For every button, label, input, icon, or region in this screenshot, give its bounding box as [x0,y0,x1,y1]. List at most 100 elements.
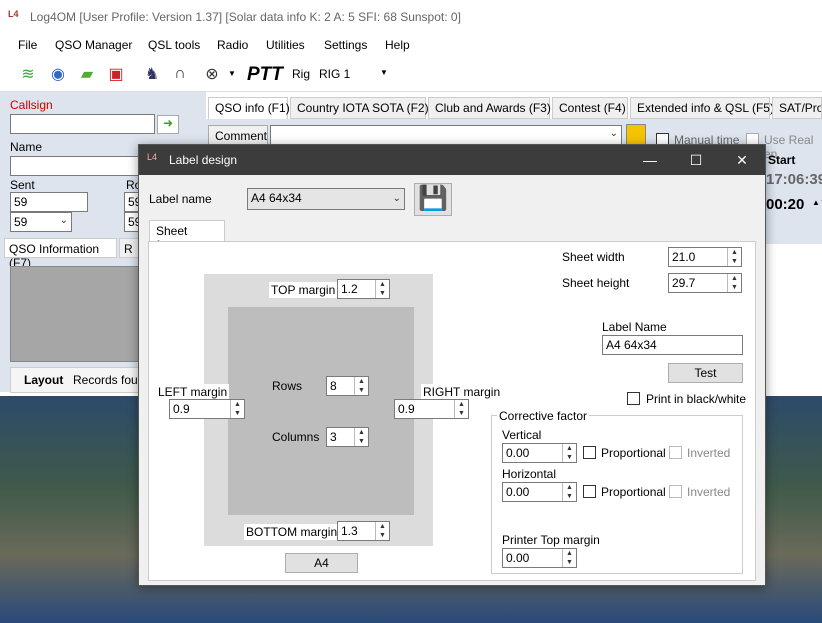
qsl-card-icon[interactable]: ▰ [75,62,99,86]
spin-up-icon[interactable]: ▲ [355,428,368,437]
tab-country-iota-sota[interactable]: Country IOTA SOTA (F2) [290,97,429,119]
print-bw-checkbox[interactable] [627,392,640,405]
menu-help[interactable]: Help [385,38,410,52]
tab-contest[interactable]: Contest (F4) [552,97,628,119]
start-label: Start [768,153,796,167]
spin-down-icon[interactable]: ▼ [728,283,741,292]
horizontal-proportional-checkbox[interactable] [583,485,596,498]
minimize-icon[interactable]: — [627,145,673,175]
printer-top-margin-spinner[interactable]: 0.00 ▲ ▼ [502,548,577,568]
spin-up-icon[interactable]: ▲ [376,280,389,289]
sheet-width-value: 21.0 [672,250,696,264]
vertical-spinner[interactable]: 0.00 ▲ ▼ [502,443,577,463]
spin-up-icon[interactable]: ▲ [563,444,576,453]
spin-up-icon[interactable]: ▲ [231,400,244,409]
close-icon[interactable]: ✕ [719,145,765,175]
rig-select[interactable]: RIG 1 ▼ [316,64,392,84]
lock-icon[interactable] [626,124,646,146]
ptt-button[interactable]: PTT [247,64,283,86]
dialog-logo-icon: L4 [147,152,158,162]
sheet-height-value: 29.7 [672,276,696,290]
globe-icon[interactable]: ◉ [46,62,70,86]
top-margin-spinner[interactable]: 1.2 ▲ ▼ [337,279,390,299]
spin-down-icon[interactable]: ▼ [455,409,468,418]
right-margin-value: 0.9 [398,402,415,416]
sheet-width-spinner[interactable]: 21.0 ▲ ▼ [668,247,742,267]
tab-second[interactable]: R [119,238,139,258]
menu-qso-manager[interactable]: QSO Manager [55,38,132,52]
dialog-title: Label design [169,153,238,167]
right-margin-spinner[interactable]: 0.9 ▲ ▼ [394,399,469,419]
sheet-height-spinner[interactable]: 29.7 ▲ ▼ [668,273,742,293]
tab-qso-information[interactable]: QSO Information (F7) [4,238,117,270]
columns-spinner[interactable]: 3 ▲ ▼ [326,427,369,447]
spin-down-icon[interactable]: ▼ [563,558,576,567]
sent-combo-value: 59 [14,215,28,229]
spin-up-icon[interactable]: ▲ [563,483,576,492]
menu-settings[interactable]: Settings [324,38,367,52]
wifi-icon[interactable]: ≋ [16,62,40,86]
spin-down-icon[interactable]: ▼ [563,492,576,501]
rotator-icon[interactable]: ♞ [140,62,164,86]
bottom-margin-spinner[interactable]: 1.3 ▲ ▼ [337,521,390,541]
menu-qsl-tools[interactable]: QSL tools [148,38,200,52]
spin-up-icon[interactable]: ▲ [376,522,389,531]
lookup-arrow-icon[interactable]: ➜ [157,115,179,134]
comment-input[interactable]: ⌄ [270,125,622,145]
horizontal-spinner[interactable]: 0.00 ▲ ▼ [502,482,577,502]
spin-down-icon[interactable]: ▼ [563,453,576,462]
spin-down-icon[interactable]: ▼ [355,386,368,395]
vertical-proportional-checkbox[interactable] [583,446,596,459]
tab-qso-info[interactable]: QSO info (F1) [208,97,290,119]
save-icon[interactable]: 💾 [414,183,452,216]
spin-down-icon[interactable]: ▼ [231,409,244,418]
menu-bar: File QSO Manager QSL tools Radio Utiliti… [0,34,822,56]
satellite-dish-icon[interactable]: ⊗ [200,62,224,86]
label-design-dialog: L4 Label design — ☐ ✕ Label name A4 64x3… [138,144,766,586]
spin-down-icon[interactable]: ▼ [728,257,741,266]
tab-sat-pro[interactable]: SAT/Pro [772,97,822,119]
maximize-icon[interactable]: ☐ [673,145,719,175]
time-spin-icon[interactable]: ▲▼ [812,198,822,207]
tab-extended-info-qsl[interactable]: Extended info & QSL (F5) [630,97,774,119]
records-found-label: Records four [73,373,142,387]
horizontal-inverted-checkbox[interactable] [669,485,682,498]
test-button[interactable]: Test [668,363,743,383]
label-name-value: A4 64x34 [251,191,302,205]
menu-file[interactable]: File [18,38,37,52]
horizontal-label: Horizontal [502,467,557,481]
bottom-margin-label: BOTTOM margin [244,524,340,540]
menu-utilities[interactable]: Utilities [266,38,305,52]
spin-down-icon[interactable]: ▼ [376,289,389,298]
vertical-inverted-checkbox[interactable] [669,446,682,459]
vertical-inverted-label: Inverted [687,446,731,460]
callsign-input[interactable] [10,114,155,134]
left-margin-value: 0.9 [173,402,190,416]
label-name-input[interactable]: A4 64x34 [602,335,743,355]
left-margin-spinner[interactable]: 0.9 ▲ ▼ [169,399,245,419]
spin-up-icon[interactable]: ▲ [563,549,576,558]
label-name-select[interactable]: A4 64x34 ⌄ [247,188,405,210]
vertical-proportional-label: Proportional [601,446,666,460]
dish-dropdown-icon[interactable]: ▼ [228,69,236,78]
name-input[interactable] [10,156,140,176]
mailbox-icon[interactable]: ▣ [104,62,128,86]
rows-spinner[interactable]: 8 ▲ ▼ [326,376,369,396]
headset-icon[interactable]: ∩ [168,62,192,86]
tab-club-awards[interactable]: Club and Awards (F3) [428,97,551,119]
spin-down-icon[interactable]: ▼ [376,531,389,540]
horizontal-value: 0.00 [506,485,530,499]
spin-up-icon[interactable]: ▲ [728,274,741,283]
rows-label: Rows [272,379,303,393]
spin-down-icon[interactable]: ▼ [355,437,368,446]
sent-combo[interactable]: 59 ⌄ [10,212,72,232]
rows-value: 8 [330,379,337,393]
a4-button[interactable]: A4 [285,553,358,573]
menu-radio[interactable]: Radio [217,38,248,52]
spin-up-icon[interactable]: ▲ [355,377,368,386]
spin-up-icon[interactable]: ▲ [455,400,468,409]
spin-up-icon[interactable]: ▲ [728,248,741,257]
chevron-down-icon: ⌄ [59,215,68,226]
sent-input[interactable]: 59 [10,192,88,212]
tab-sheet-format[interactable]: Sheet format [149,220,225,252]
